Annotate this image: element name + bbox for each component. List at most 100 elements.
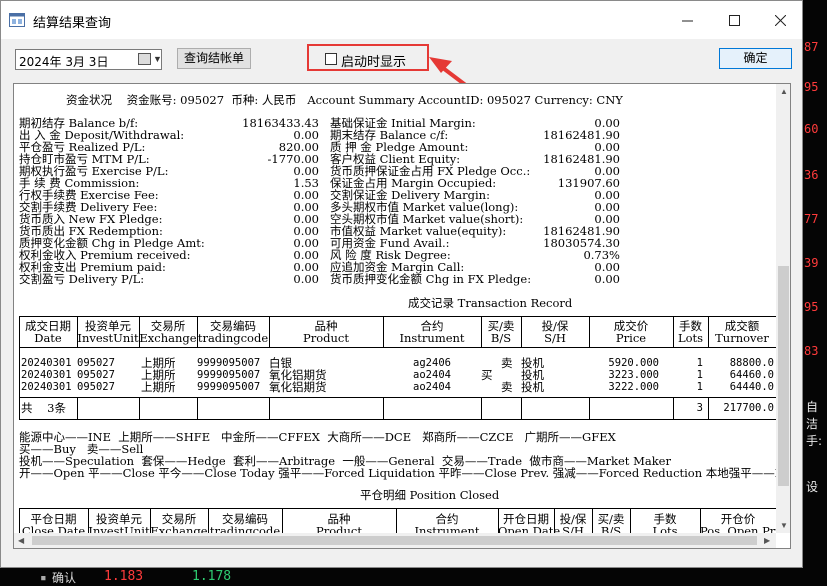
- trade-header-en: Instrument: [399, 331, 465, 345]
- trade-turnover: 64460.0: [729, 369, 774, 381]
- scroll-down-icon[interactable]: ▼: [780, 521, 788, 530]
- startup-highlight-box: 启动时显示: [307, 44, 429, 71]
- trade-code: 9999095007: [197, 381, 261, 393]
- trade-total-lots: 3: [696, 402, 703, 414]
- summary-right-label: 货币质押变化金额 Chg in FX Pledge:: [330, 272, 532, 286]
- vertical-scrollbar[interactable]: ▲ ▼: [776, 84, 790, 533]
- trade-turnover: 64440.0: [729, 381, 774, 393]
- closed-header-en: Exchange: [150, 524, 208, 533]
- legend-open-close: 开——Open 平——Close 平今——Close Today 强平——For…: [19, 466, 776, 480]
- trade-invest-unit: 095027: [77, 369, 115, 381]
- scroll-right-icon[interactable]: ▶: [764, 536, 770, 545]
- closed-header-en: S/H: [562, 524, 584, 533]
- minimize-icon: [681, 20, 693, 21]
- trade-table-body-border: [19, 397, 776, 398]
- close-icon: [774, 14, 786, 26]
- trade-col-divider: [383, 397, 384, 419]
- bg-quote-2: 95: [804, 80, 819, 94]
- bg-confirm-label: 确认: [52, 571, 77, 585]
- trade-header-en: tradingcode: [197, 331, 269, 345]
- trade-section-title: 成交记录 Transaction Record: [408, 296, 573, 310]
- trade-bs: 卖: [501, 380, 513, 394]
- query-statement-button[interactable]: 查询结帐单: [177, 48, 251, 69]
- closed-header-en: Pos. Open Pri: [700, 524, 776, 533]
- trade-bs: 买: [481, 368, 493, 382]
- vertical-scroll-thumb[interactable]: [778, 266, 789, 486]
- trade-lots: 1: [696, 381, 703, 393]
- trade-header-en: InvestUnit: [77, 331, 139, 345]
- scroll-up-icon[interactable]: ▲: [780, 87, 788, 96]
- trade-col-divider: [521, 397, 522, 419]
- trade-turnover: 88800.0: [729, 357, 774, 369]
- trade-lots: 1: [696, 357, 703, 369]
- trade-col-divider: [139, 397, 140, 419]
- trade-total-turnover: 217700.0: [723, 402, 774, 414]
- trade-header-en: B/S: [490, 331, 512, 345]
- summary-left-value: 0.00: [293, 272, 319, 286]
- date-value[interactable]: 2024年 3月 3日: [19, 53, 108, 70]
- account-summary-header: 资金状况 资金账号: 095027 币种: 人民币 Account Summar…: [66, 93, 623, 107]
- close-button[interactable]: [757, 1, 803, 39]
- ok-button[interactable]: 确定: [719, 48, 792, 69]
- background-status-bar: ▪ 确认 1.183 1.178: [0, 566, 827, 586]
- closed-header-en: InvestUnit: [88, 524, 150, 533]
- bg-label-3: 设: [806, 480, 819, 494]
- startup-checkbox-label[interactable]: 启动时显示: [341, 51, 406, 70]
- trade-table-bottom-border: [19, 419, 776, 420]
- summary-right-value: 0.00: [594, 272, 620, 286]
- bg-price-2: 1.178: [192, 569, 232, 584]
- bg-quote-4: 36: [804, 168, 819, 182]
- trade-date: 20240301: [21, 381, 72, 393]
- trade-col-divider: [481, 397, 482, 419]
- trade-invest-unit: 095027: [77, 381, 115, 393]
- summary-left-label: 交割盈亏 Delivery P/L:: [19, 272, 145, 286]
- trade-code: 9999095007: [197, 357, 261, 369]
- trade-price: 5920.000: [608, 357, 659, 369]
- background-side-panel: 87 95 60 36 77 39 95 83 自洁 手: 设: [800, 0, 827, 586]
- trade-date: 20240301: [21, 369, 72, 381]
- bg-checkbox-icon: ▪: [40, 571, 47, 584]
- statement-report: 资金状况 资金账号: 095027 币种: 人民币 Account Summar…: [13, 83, 791, 549]
- calendar-icon[interactable]: [138, 53, 151, 65]
- trade-header-en: Price: [615, 331, 647, 345]
- closed-header-en: Close Date: [21, 524, 86, 533]
- trade-invest-unit: 095027: [77, 357, 115, 369]
- trade-header-en: Turnover: [715, 331, 769, 345]
- closed-header-en: tradingcode: [209, 524, 281, 533]
- trade-date: 20240301: [21, 357, 72, 369]
- trade-lots: 1: [696, 369, 703, 381]
- trade-header-en: Product: [303, 331, 349, 345]
- closed-header-en: Instrument: [414, 524, 480, 533]
- date-picker[interactable]: 2024年 3月 3日 ▼: [15, 49, 162, 70]
- scroll-left-icon[interactable]: ◀: [18, 536, 24, 545]
- chevron-down-icon[interactable]: ▼: [153, 51, 162, 68]
- startup-checkbox[interactable]: [325, 53, 337, 65]
- bg-quote-3: 60: [804, 122, 819, 136]
- trade-price: 3223.000: [608, 369, 659, 381]
- minimize-button[interactable]: [664, 1, 710, 39]
- trade-instrument: ag2406: [413, 357, 451, 369]
- trade-instrument: ao2404: [413, 381, 451, 393]
- bg-price-1: 1.183: [104, 569, 144, 584]
- trade-header-en: Lots: [677, 331, 704, 345]
- toolbar: 2024年 3月 3日 ▼ 查询结帐单 启动时显示 确定: [1, 39, 802, 83]
- trade-price: 3222.000: [608, 381, 659, 393]
- title-bar[interactable]: 结算结果查询: [1, 1, 802, 39]
- trade-table-header-border: [19, 347, 776, 348]
- trade-col-divider: [269, 397, 270, 419]
- closed-header-en: Lots: [652, 524, 678, 533]
- trade-col-divider: [589, 397, 590, 419]
- bg-quote-6: 39: [804, 256, 819, 270]
- maximize-button[interactable]: [711, 1, 757, 39]
- bg-quote-1: 87: [804, 40, 819, 54]
- trade-sh: 投机: [521, 380, 544, 394]
- horizontal-scrollbar[interactable]: ◀ ▶: [14, 533, 776, 548]
- bg-quote-5: 77: [804, 212, 819, 226]
- trade-col-divider: [77, 397, 78, 419]
- horizontal-scroll-thumb[interactable]: [32, 536, 757, 545]
- trade-col-divider: [197, 397, 198, 419]
- maximize-icon: [728, 14, 740, 26]
- window-title: 结算结果查询: [33, 15, 112, 30]
- trade-instrument: ao2404: [413, 369, 451, 381]
- trade-exchange: 上期所: [141, 380, 176, 394]
